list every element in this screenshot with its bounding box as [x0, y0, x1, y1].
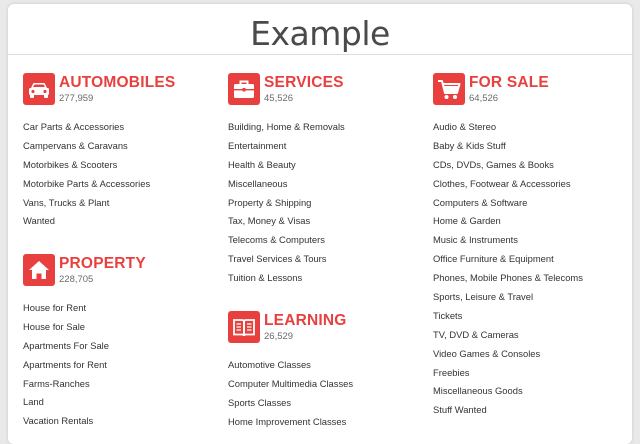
- category-link[interactable]: Home Improvement Classes: [228, 413, 353, 432]
- category-header-services[interactable]: SERVICES 45,526: [228, 73, 423, 107]
- automobiles-link-list: Car Parts & Accessories Campervans & Car…: [23, 118, 150, 231]
- category-link[interactable]: Wanted: [23, 212, 150, 231]
- category-link[interactable]: Entertainment: [228, 137, 345, 156]
- services-link-list: Building, Home & Removals Entertainment …: [228, 118, 345, 288]
- category-link[interactable]: Clothes, Footwear & Accessories: [433, 175, 583, 194]
- category-link[interactable]: Motorbike Parts & Accessories: [23, 175, 150, 194]
- category-title[interactable]: LEARNING: [264, 312, 347, 330]
- category-link[interactable]: Vans, Trucks & Plant: [23, 194, 150, 213]
- category-header-forsale[interactable]: FOR SALE 64,526: [433, 73, 628, 107]
- briefcase-icon: [228, 73, 260, 105]
- category-link[interactable]: Office Furniture & Equipment: [433, 250, 583, 269]
- category-link[interactable]: Audio & Stereo: [433, 118, 583, 137]
- book-icon: [228, 311, 260, 343]
- category-link[interactable]: Computers & Software: [433, 194, 583, 213]
- category-link[interactable]: Telecoms & Computers: [228, 231, 345, 250]
- category-link[interactable]: Miscellaneous: [228, 175, 345, 194]
- categories-card: Example AUTOMOBILES 277,959 Car Parts & …: [8, 4, 632, 444]
- shopping-cart-icon: [433, 73, 465, 105]
- category-title[interactable]: PROPERTY: [59, 255, 146, 273]
- page-title: Example: [250, 14, 390, 53]
- category-link[interactable]: Campervans & Caravans: [23, 137, 150, 156]
- category-link[interactable]: Health & Beauty: [228, 156, 345, 175]
- property-link-list: House for Rent House for Sale Apartments…: [23, 299, 109, 431]
- category-link[interactable]: Sports Classes: [228, 394, 353, 413]
- category-link[interactable]: Farms-Ranches: [23, 375, 109, 394]
- category-link[interactable]: Motorbikes & Scooters: [23, 156, 150, 175]
- category-link[interactable]: Phones, Mobile Phones & Telecoms: [433, 269, 583, 288]
- category-link[interactable]: House for Sale: [23, 318, 109, 337]
- category-link[interactable]: Travel Services & Tours: [228, 250, 345, 269]
- category-title[interactable]: AUTOMOBILES: [59, 74, 175, 92]
- category-link[interactable]: Computer Multimedia Classes: [228, 375, 353, 394]
- category-header-learning[interactable]: LEARNING 26,529: [228, 311, 423, 345]
- category-link[interactable]: Land: [23, 393, 109, 412]
- category-automobiles: AUTOMOBILES 277,959 Car Parts & Accessor…: [23, 73, 213, 226]
- category-link[interactable]: Video Games & Consoles: [433, 345, 583, 364]
- category-count: 45,526: [264, 93, 294, 104]
- category-header-automobiles[interactable]: AUTOMOBILES 277,959: [23, 73, 213, 107]
- category-link[interactable]: Freebies: [433, 364, 583, 383]
- category-title[interactable]: SERVICES: [264, 74, 344, 92]
- forsale-link-list: Audio & Stereo Baby & Kids Stuff CDs, DV…: [433, 118, 583, 420]
- car-icon: [23, 73, 55, 105]
- category-link[interactable]: Tax, Money & Visas: [228, 212, 345, 231]
- category-link[interactable]: Building, Home & Removals: [228, 118, 345, 137]
- category-link[interactable]: House for Rent: [23, 299, 109, 318]
- category-link[interactable]: Vacation Rentals: [23, 412, 109, 431]
- learning-link-list: Automotive Classes Computer Multimedia C…: [228, 356, 353, 432]
- category-link[interactable]: Baby & Kids Stuff: [433, 137, 583, 156]
- category-link[interactable]: Automotive Classes: [228, 356, 353, 375]
- category-header-property[interactable]: PROPERTY 228,705: [23, 254, 213, 288]
- category-count: 228,705: [59, 274, 94, 285]
- category-link[interactable]: Miscellaneous Goods: [433, 382, 583, 401]
- page-header: Example: [8, 4, 632, 55]
- category-learning: LEARNING 26,529 Automotive Classes Compu…: [228, 311, 423, 427]
- category-link[interactable]: CDs, DVDs, Games & Books: [433, 156, 583, 175]
- category-link[interactable]: TV, DVD & Cameras: [433, 326, 583, 345]
- category-services: SERVICES 45,526 Building, Home & Removal…: [228, 73, 423, 283]
- category-link[interactable]: Home & Garden: [433, 212, 583, 231]
- category-link[interactable]: Tuition & Lessons: [228, 269, 345, 288]
- category-count: 26,529: [264, 331, 294, 342]
- category-link[interactable]: Car Parts & Accessories: [23, 118, 150, 137]
- category-property: PROPERTY 228,705 House for Rent House fo…: [23, 254, 213, 426]
- category-link[interactable]: Apartments for Rent: [23, 356, 109, 375]
- category-title[interactable]: FOR SALE: [469, 74, 549, 92]
- home-icon: [23, 254, 55, 286]
- category-link[interactable]: Apartments For Sale: [23, 337, 109, 356]
- category-count: 277,959: [59, 93, 94, 104]
- category-link[interactable]: Property & Shipping: [228, 194, 345, 213]
- category-link[interactable]: Sports, Leisure & Travel: [433, 288, 583, 307]
- category-link[interactable]: Stuff Wanted: [433, 401, 583, 420]
- category-forsale: FOR SALE 64,526 Audio & Stereo Baby & Ki…: [433, 73, 628, 415]
- category-link[interactable]: Tickets: [433, 307, 583, 326]
- category-count: 64,526: [469, 93, 499, 104]
- category-link[interactable]: Music & Instruments: [433, 231, 583, 250]
